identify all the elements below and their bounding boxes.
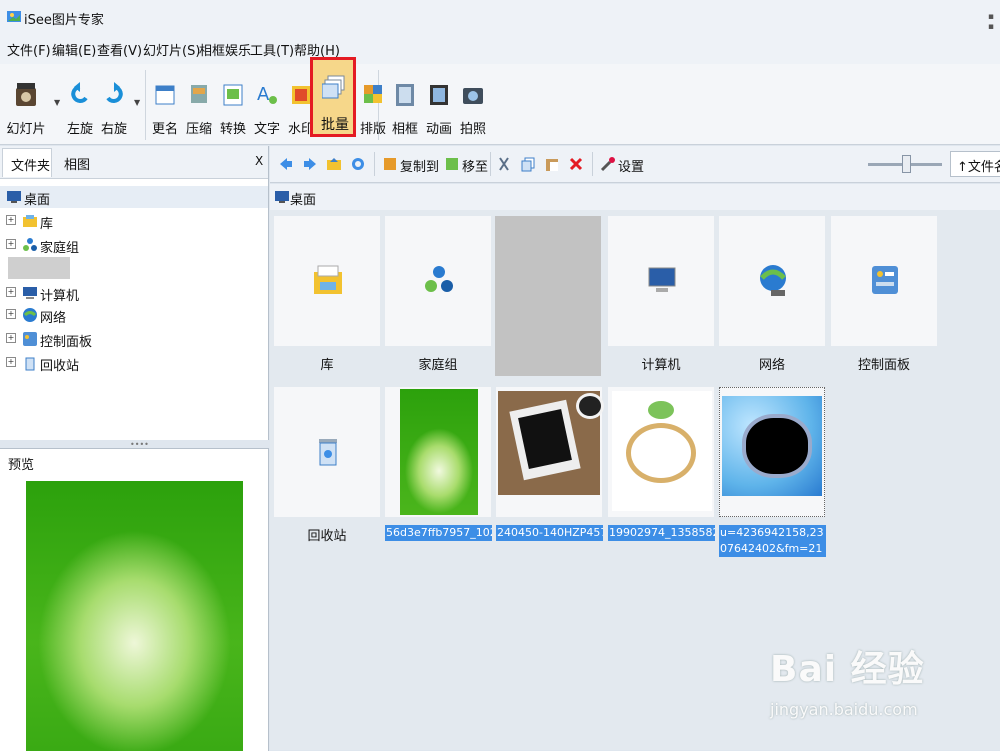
menu-slideshow[interactable]: 幻灯片(S) <box>143 40 200 59</box>
folder-pane: 文件夹 相图 X 桌面 + 库 + 家庭组 + 计算机 + 网络 + 控制面板 … <box>0 146 269 440</box>
preview-title: 预览 <box>8 458 35 473</box>
green-image <box>400 389 478 515</box>
cut-icon[interactable] <box>496 156 512 172</box>
watermark-url: jingyan.baidu.com <box>770 700 918 719</box>
computer-icon <box>648 267 676 292</box>
svg-text:A: A <box>257 84 270 105</box>
photo-button[interactable]: 拍照 <box>455 78 491 140</box>
tab-album[interactable]: 相图 <box>64 154 90 173</box>
paste-icon[interactable] <box>544 156 560 172</box>
expand-icon[interactable]: + <box>6 215 16 225</box>
preview-image <box>26 481 243 751</box>
control-panel-icon <box>23 332 37 346</box>
rotate-dropdown-icon[interactable]: ▼ <box>134 98 140 107</box>
coffee-cup <box>576 393 604 419</box>
desktop-icon <box>7 191 21 203</box>
delete-icon[interactable] <box>568 156 584 172</box>
app-title: iSee图片专家 <box>24 13 104 28</box>
batch-icon <box>322 75 345 99</box>
homegroup-icon <box>425 266 453 292</box>
watermark-logo: Bai 经验 <box>770 649 925 690</box>
layout-icon <box>364 85 382 103</box>
recycle-bin-icon <box>25 357 35 371</box>
menu-file[interactable]: 文件(F) <box>7 40 51 59</box>
expand-icon[interactable]: + <box>6 333 16 343</box>
animation-icon <box>430 85 448 105</box>
tree-item-control-panel[interactable]: + 控制面板 <box>0 328 268 350</box>
batch-button[interactable]: 批量 <box>310 57 356 137</box>
settings-button[interactable]: 设置 <box>618 156 644 175</box>
path-bar: 桌面 <box>270 184 1000 211</box>
menu-edit[interactable]: 编辑(E) <box>52 40 96 59</box>
library-icon <box>314 265 342 294</box>
tree-item-redacted[interactable] <box>8 257 70 279</box>
slideshow-button[interactable]: 幻灯片 <box>6 78 46 140</box>
tree-item-computer[interactable]: + 计算机 <box>0 282 268 304</box>
tree-item-network[interactable]: + 网络 <box>0 304 268 326</box>
baidu-watermark: Bai 经验 jingyan.baidu.com <box>770 640 1000 730</box>
copy-to-button[interactable]: 复制到 <box>400 156 439 175</box>
menu-view[interactable]: 查看(V) <box>97 40 142 59</box>
refresh-icon[interactable] <box>350 156 366 172</box>
tree-item-desktop[interactable]: 桌面 <box>0 186 268 208</box>
network-icon <box>23 308 37 322</box>
black-center <box>742 414 812 478</box>
tree-item-library[interactable]: + 库 <box>0 210 268 232</box>
up-folder-icon[interactable] <box>326 156 342 172</box>
path-label: 桌面 <box>290 193 317 208</box>
menu-frame-fun[interactable]: 相框娱乐 <box>199 40 251 59</box>
copy-to-icon <box>384 158 396 170</box>
move-to-button[interactable]: 移至 <box>462 156 488 175</box>
tree-decoration <box>648 401 674 419</box>
rotate-left-icon <box>71 82 88 103</box>
homegroup-icon <box>23 238 37 251</box>
expand-icon[interactable]: + <box>6 287 16 297</box>
batch-label: 批量 <box>321 117 349 133</box>
frame-icon <box>396 84 414 106</box>
settings-icon <box>600 157 615 172</box>
network-icon <box>760 265 786 296</box>
library-icon <box>23 215 37 227</box>
compress-icon <box>191 85 207 103</box>
zoom-slider-thumb[interactable] <box>902 155 911 173</box>
rename-icon <box>155 85 175 105</box>
window-controls[interactable]: ▪ ▪ <box>988 12 994 32</box>
film-icon <box>16 83 36 106</box>
left-tabs: 文件夹 相图 X <box>0 146 268 179</box>
back-icon[interactable] <box>278 156 294 172</box>
content-toolbar: 复制到 移至 设置 ↑文件名称 <box>270 146 1000 183</box>
preview-pane: 预览 <box>0 448 269 751</box>
forward-icon[interactable] <box>302 156 318 172</box>
move-to-icon <box>446 158 458 170</box>
tree-item-recycle-bin[interactable]: + 回收站 <box>0 352 268 374</box>
title-bar: iSee图片专家 ▪ ▪ <box>0 0 1000 34</box>
copy-icon[interactable] <box>520 156 536 172</box>
control-panel-icon <box>872 266 898 294</box>
expand-icon[interactable]: + <box>6 309 16 319</box>
computer-icon <box>23 287 37 299</box>
desktop-icon <box>275 191 289 203</box>
expand-icon[interactable]: + <box>6 239 16 249</box>
close-icon[interactable]: X <box>255 154 263 168</box>
tree-item-homegroup[interactable]: + 家庭组 <box>0 234 268 256</box>
rotate-right-icon <box>106 82 123 103</box>
oval-frame <box>626 423 696 483</box>
tab-folders[interactable]: 文件夹 <box>2 148 52 177</box>
recycle-bin-icon <box>319 439 337 466</box>
slideshow-dropdown-icon[interactable]: ▼ <box>54 98 60 107</box>
rotate-right-button[interactable]: 右旋 <box>96 78 132 140</box>
menu-tools[interactable]: 工具(T) <box>250 40 294 59</box>
text-icon: A <box>257 84 277 105</box>
expand-icon[interactable]: + <box>6 357 16 367</box>
main-toolbar: 幻灯片 ▼ 左旋 右旋 ▼ 更名 压缩 转换 A 文字 水印 排版 相框 动画 <box>0 64 1000 145</box>
camera-icon <box>463 88 483 104</box>
menu-bar: 文件(F) 编辑(E) 查看(V) 幻灯片(S) 相框娱乐 工具(T) 帮助(H… <box>0 34 1000 64</box>
sort-select[interactable]: ↑文件名称 <box>950 151 1000 177</box>
app-icon <box>7 11 21 22</box>
convert-icon <box>223 84 243 106</box>
